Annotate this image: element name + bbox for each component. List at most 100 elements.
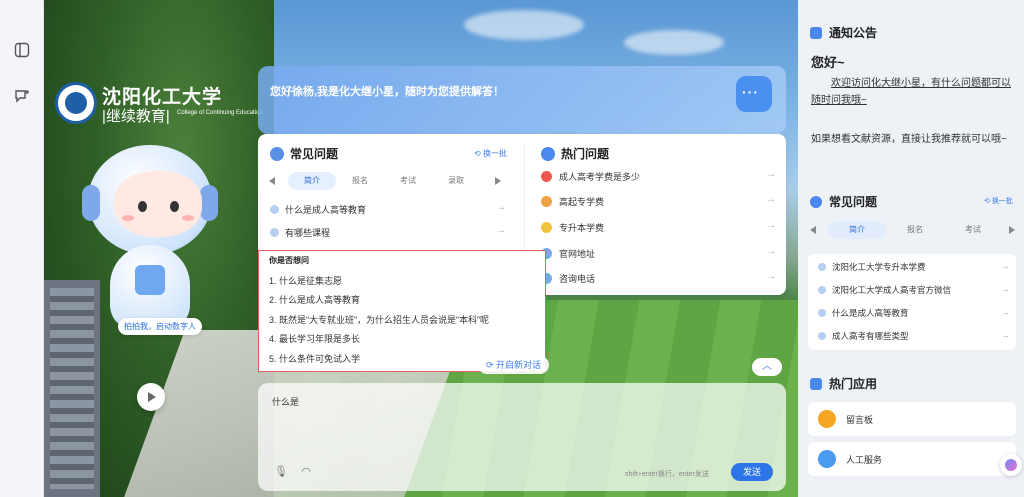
app-message-board[interactable]: 留言板 bbox=[808, 402, 1016, 436]
floating-assistant-button[interactable] bbox=[1000, 454, 1022, 476]
tab-intro[interactable]: 简介 bbox=[288, 172, 336, 190]
right-faq-item[interactable]: 沈阳化工大学成人高考官方微信 bbox=[818, 284, 951, 296]
faq-icon bbox=[810, 195, 822, 208]
suggestion-item[interactable]: 2. 什么是成人高等教育 bbox=[269, 293, 360, 306]
chat-input-box: 🎙 ◠ shift+enter换行，enter发送 发送 bbox=[258, 383, 786, 491]
question-icon bbox=[818, 286, 826, 294]
right-faq-item[interactable]: 成人高考有哪些类型 bbox=[818, 330, 909, 342]
app-label: 留言板 bbox=[846, 414, 874, 425]
touch-hand-icon bbox=[135, 265, 165, 295]
collapse-button[interactable]: ︿ bbox=[752, 358, 782, 376]
faq-tabs: 简介 报名 考试 录取 bbox=[269, 172, 501, 190]
microphone-icon[interactable]: 🎙 bbox=[274, 465, 288, 479]
human-service-icon bbox=[818, 450, 836, 468]
question-icon bbox=[270, 227, 279, 237]
headset-icon[interactable]: ◠ bbox=[299, 465, 313, 479]
arrow-right-icon: → bbox=[1001, 284, 1010, 294]
tab-exam[interactable]: 考试 bbox=[384, 172, 432, 190]
right-faq-item-label: 沈阳化工大学成人高考官方微信 bbox=[832, 285, 952, 295]
faq-title: 常见问题 bbox=[290, 147, 339, 161]
college-english-name: College of Continuing Education bbox=[177, 110, 263, 116]
right-faq-item[interactable]: 什么是成人高等教育 bbox=[818, 307, 909, 319]
rank-2-icon bbox=[541, 195, 552, 207]
chevron-up-icon: ︿ bbox=[762, 361, 772, 372]
hot-heading: 热门问题 bbox=[541, 145, 609, 162]
notice-body: 欢迎访问化大继小星，有什么问题都可以随时问我哦~ bbox=[811, 75, 1011, 109]
right-faq-item[interactable]: 沈阳化工大学专升本学费 bbox=[818, 261, 926, 273]
arrow-right-icon: → bbox=[496, 225, 506, 236]
new-chat-button[interactable]: ⟳ 开启新对话 bbox=[478, 356, 550, 374]
faq-item[interactable]: 什么是成人高等教育 bbox=[270, 200, 366, 218]
faq-tabs-next-icon[interactable] bbox=[495, 177, 501, 185]
right-faq-item-label: 成人高考有哪些类型 bbox=[832, 331, 909, 341]
university-logo: 沈阳化工大学 |继续教育| College of Continuing Educ… bbox=[55, 80, 285, 125]
faq-heading: 常见问题 bbox=[270, 145, 338, 162]
rank-1-icon bbox=[541, 170, 552, 182]
right-faq-tabs: 简介 报名 考试 bbox=[810, 221, 1015, 239]
send-button[interactable]: 发送 bbox=[731, 463, 773, 481]
suggestion-popup: 你是否想问 1. 什么是征集志愿 2. 什么是成人高等教育 3. 既然是“大专就… bbox=[258, 250, 546, 372]
notice-title: 通知公告 bbox=[829, 26, 878, 40]
right-sidebar: 通知公告 您好~ 欢迎访问化大继小星，有什么问题都可以随时问我哦~ 如果想看文献… bbox=[798, 0, 1024, 497]
faq-item-label: 什么是成人高等教育 bbox=[285, 204, 367, 215]
arrow-right-icon: → bbox=[766, 220, 776, 231]
digital-human-mascot[interactable]: 拍拍我，启动数字人 bbox=[80, 145, 220, 345]
right-tabs-prev-icon[interactable] bbox=[810, 226, 816, 234]
suggestion-item[interactable]: 5. 什么条件可免试入学 bbox=[269, 352, 360, 365]
play-button[interactable] bbox=[137, 383, 165, 411]
faq-icon bbox=[270, 146, 284, 161]
right-faq-refresh-button[interactable]: ⟲ 换一批 bbox=[984, 196, 1013, 206]
apps-heading: 热门应用 bbox=[810, 375, 877, 392]
university-emblem-icon bbox=[55, 82, 97, 124]
tab-admission[interactable]: 录取 bbox=[432, 172, 480, 190]
right-faq-refresh-label: 换一批 bbox=[991, 198, 1013, 205]
notice-body-text: 欢迎访问化大继小星，有什么问题都可以随时问我哦~ bbox=[811, 78, 1011, 106]
hot-item-label: 高起专学费 bbox=[559, 196, 605, 207]
hot-item[interactable]: 咨询电话 bbox=[541, 269, 595, 287]
input-hint: shift+enter换行，enter发送 bbox=[625, 471, 709, 478]
right-tab-signup[interactable]: 报名 bbox=[886, 221, 944, 239]
hot-item[interactable]: 官网地址 bbox=[541, 244, 595, 262]
suggestion-item[interactable]: 3. 既然是“大专就业班”，为什么招生人员会说是“本科”呢 bbox=[269, 313, 489, 326]
mascot-start-label[interactable]: 拍拍我，启动数字人 bbox=[118, 318, 202, 335]
suggestion-item[interactable]: 1. 什么是征集志愿 bbox=[269, 274, 342, 287]
hot-item[interactable]: 专升本学费 bbox=[541, 218, 604, 236]
hot-item-label: 成人高考学费是多少 bbox=[559, 171, 641, 182]
hot-item-label: 咨询电话 bbox=[559, 273, 596, 284]
question-icon bbox=[818, 332, 826, 340]
arrow-right-icon: → bbox=[766, 271, 776, 282]
chat-input[interactable] bbox=[272, 395, 772, 455]
right-tab-intro[interactable]: 简介 bbox=[828, 221, 886, 239]
rank-3-icon bbox=[541, 221, 552, 233]
app-human-service[interactable]: 人工服务 bbox=[808, 442, 1016, 476]
faq-tabs-prev-icon[interactable] bbox=[269, 177, 275, 185]
new-chat-icon[interactable] bbox=[11, 85, 33, 107]
hot-item[interactable]: 高起专学费 bbox=[541, 192, 604, 210]
chat-bubble-icon bbox=[736, 76, 772, 112]
megaphone-icon bbox=[810, 26, 822, 39]
faq-item[interactable]: 有哪些课程 bbox=[270, 223, 330, 241]
faq-refresh-label: 换一批 bbox=[482, 149, 507, 158]
play-icon bbox=[148, 392, 156, 402]
tab-signup[interactable]: 报名 bbox=[336, 172, 384, 190]
greeting-text: 您好徐杨,我是化大继小星，随时为您提供解答！ bbox=[270, 86, 505, 98]
question-icon bbox=[270, 204, 279, 214]
suggestion-item[interactable]: 4. 最长学习年限是多长 bbox=[269, 332, 360, 345]
faq-refresh-button[interactable]: ⟲ 换一批 bbox=[474, 148, 507, 159]
right-faq-item-label: 什么是成人高等教育 bbox=[832, 308, 909, 318]
message-board-icon bbox=[818, 410, 836, 428]
sidebar-toggle-icon[interactable] bbox=[11, 39, 33, 61]
right-faq-item-label: 沈阳化工大学专升本学费 bbox=[832, 262, 926, 272]
right-tab-exam[interactable]: 考试 bbox=[944, 221, 1002, 239]
hot-item[interactable]: 成人高考学费是多少 bbox=[541, 167, 640, 185]
apps-icon bbox=[810, 377, 822, 390]
question-icon bbox=[818, 263, 826, 271]
arrow-right-icon: → bbox=[496, 202, 506, 213]
right-tabs-next-icon[interactable] bbox=[1009, 226, 1015, 234]
suggestion-title: 你是否想问 bbox=[269, 256, 309, 265]
notice-body2: 如果想看文献资源，直接让我推荐就可以哦~ bbox=[811, 134, 1007, 145]
left-rail bbox=[0, 0, 44, 497]
hot-question-icon bbox=[541, 146, 555, 161]
apps-title: 热门应用 bbox=[829, 377, 878, 391]
hot-title: 热门问题 bbox=[561, 147, 610, 161]
